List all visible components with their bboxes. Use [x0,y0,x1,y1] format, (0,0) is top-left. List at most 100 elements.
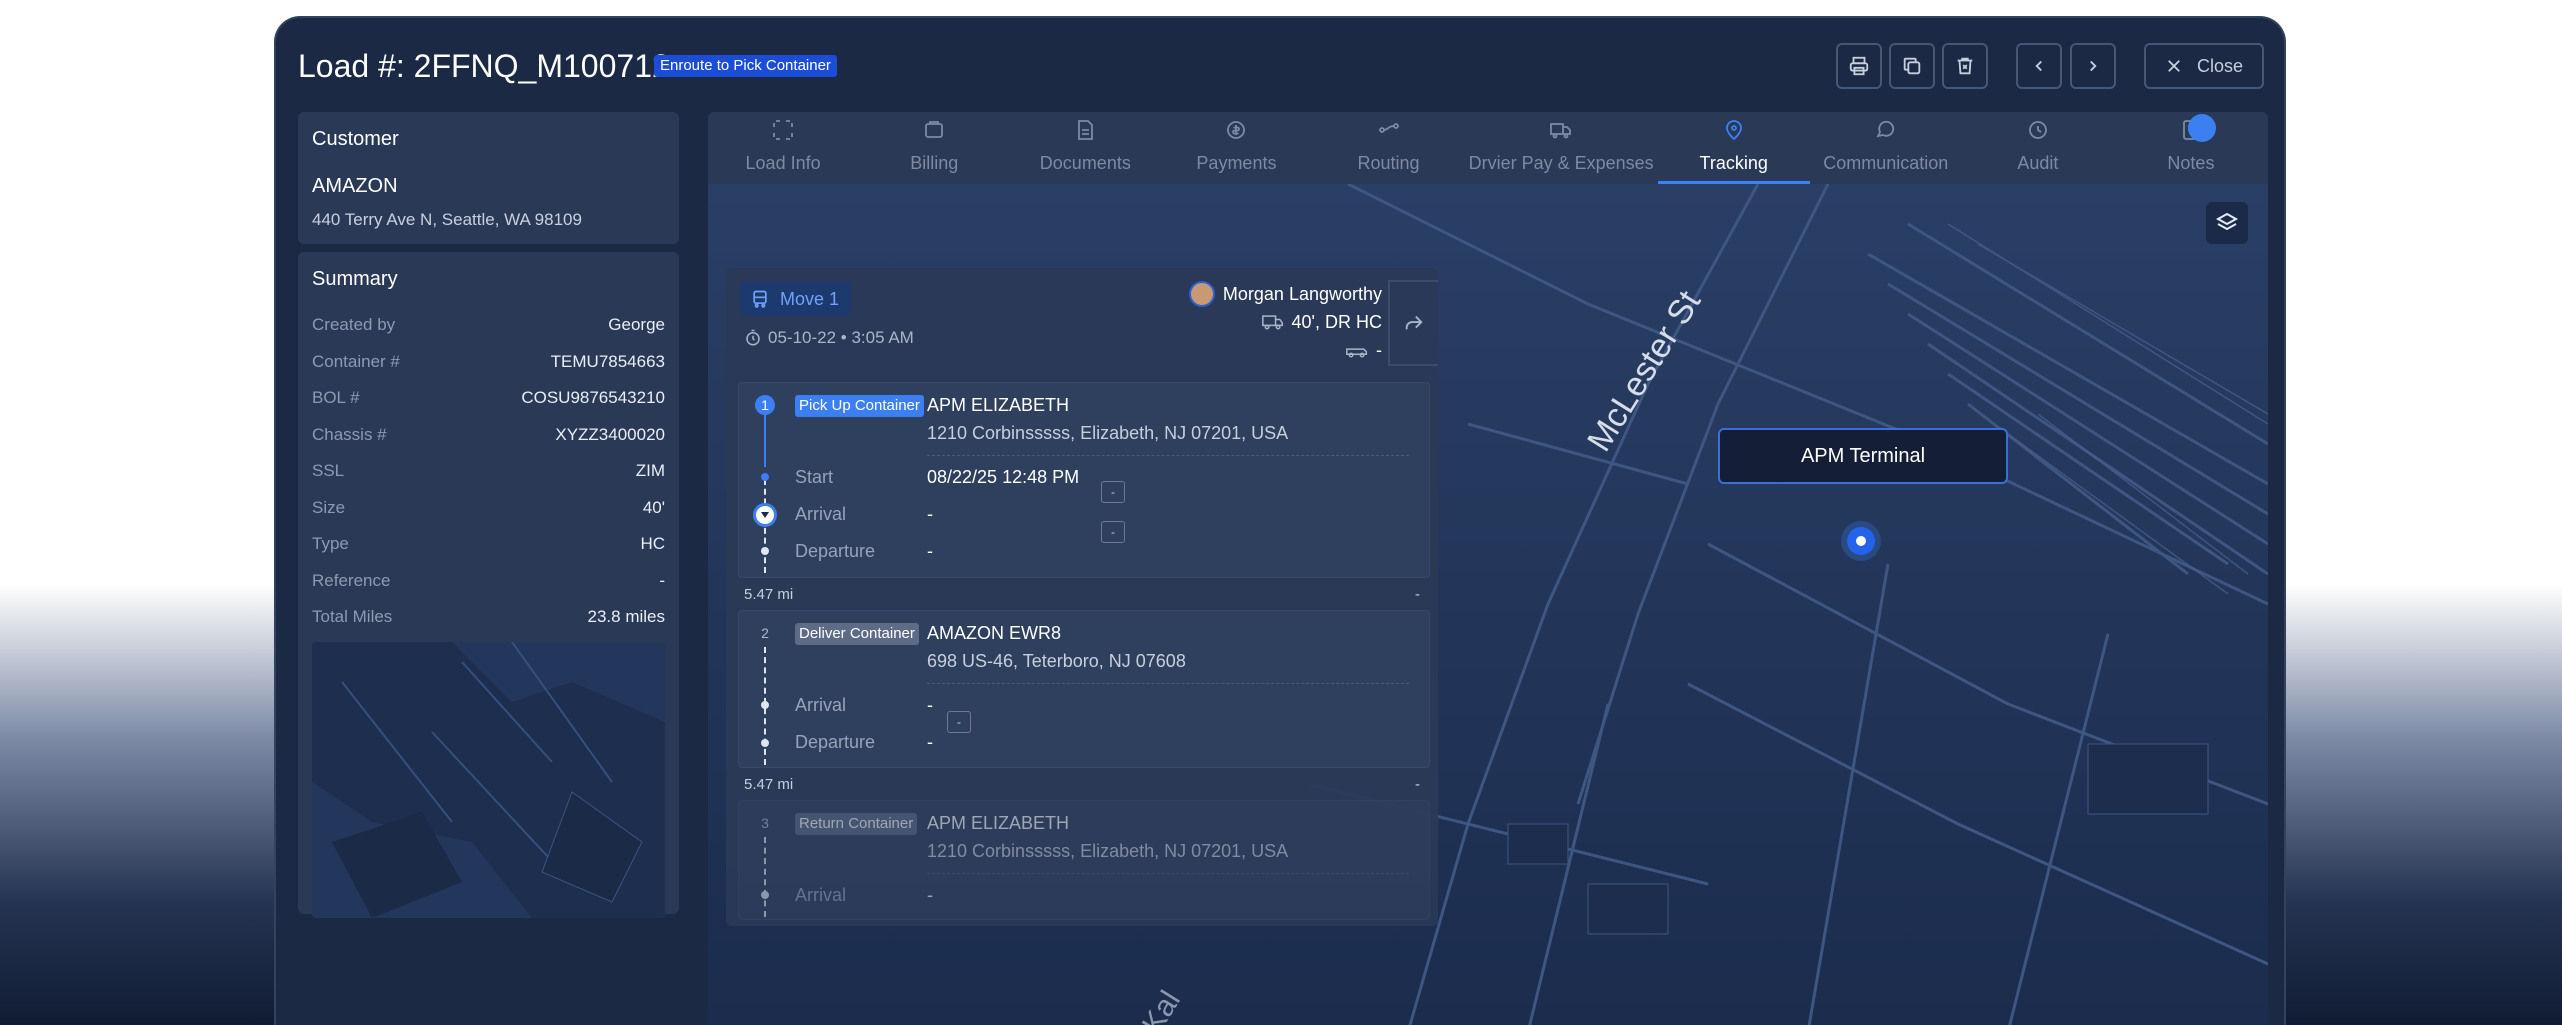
tab-label: Routing [1357,153,1420,173]
driver-pay-icon [1548,118,1574,153]
edit-departure-button[interactable]: - [1101,521,1125,543]
tab-label: Payments [1196,153,1277,173]
stop-name: APM ELIZABETH [927,395,1070,415]
arrival-marker-icon [753,503,777,527]
communication-icon [1873,118,1899,153]
tab-documents[interactable]: Documents [1010,112,1160,184]
driver-name[interactable]: Morgan Langworthy [1223,284,1382,305]
customer-address: 440 Terry Ave N, Seattle, WA 98109 [312,210,582,229]
tab-label: Audit [2017,153,2059,173]
summary-value: HC [640,534,665,554]
summary-label: Type [312,534,349,554]
next-load-button[interactable] [2070,43,2116,89]
summary-card: Summary Created by George Container # TEMU7… [298,252,679,918]
previous-load-button[interactable] [2016,43,2062,89]
notification-dot [2187,114,2216,142]
summary-label: Container # [312,351,400,371]
summary-heading: Summary [312,268,398,290]
leg-miles: 5.47 mi [744,776,794,793]
chassis-icon [1346,348,1368,358]
stop-number: 3 [761,815,769,831]
edit-event-button[interactable]: - [947,711,971,733]
move-datetime-text: 05-10-22 • 3:05 AM [768,328,914,347]
map-layers-button[interactable] [2206,202,2248,244]
tab-communication[interactable]: Communication [1810,112,1962,184]
summary-row: Size 40' [312,490,665,527]
tab-notes[interactable]: Notes [2114,112,2268,184]
copy-icon [1903,57,1921,75]
stop-type-tag: Pick Up Container [795,395,924,417]
tab-label: Billing [910,153,959,173]
summary-label: Size [312,497,346,517]
tab-tracking[interactable]: Tracking [1657,112,1810,184]
mini-map[interactable] [312,641,665,918]
driver-avatar [1188,281,1215,307]
summary-value: 23.8 miles [587,607,665,627]
stop-name: AMAZON EWR8 [927,623,1062,643]
container-truck-icon [1261,315,1283,330]
header: Load #: 2FFNQ_M100712 Enroute to Pick Co… [276,18,2284,114]
duplicate-button[interactable] [1889,43,1935,89]
share-icon [1405,315,1423,330]
leg-miles: 5.47 mi [744,586,794,603]
stop-card-3[interactable]: 3 Return Container APM ELIZABETH 1210 Co… [738,800,1430,920]
stop-address: 1210 Corbinsssss, Elizabeth, NJ 07201, U… [927,841,1289,861]
summary-row: BOL # COSU9876543210 [312,380,665,417]
route-panel: Move 1 05-10-22 • 3:05 AM Morgan Langwor… [726,268,1438,926]
tab-routing[interactable]: Routing [1313,112,1465,184]
event-label: Arrival [795,504,847,524]
close-label: Close [2196,55,2244,76]
tab-label: Documents [1039,153,1131,173]
stop-address: 1210 Corbinsssss, Elizabeth, NJ 07201, U… [927,423,1289,443]
tab-load-info[interactable]: Load Info [708,112,858,184]
delete-button[interactable] [1942,43,1988,89]
status-badge: Enroute to Pick Container [654,55,837,77]
payments-icon [1223,118,1249,153]
tab-payments[interactable]: Payments [1160,112,1312,184]
load-title: Load #: 2FFNQ_M100712 [298,48,670,84]
tracking-map[interactable]: McLester St Kal APM Terminal Move 1 05-1… [708,184,2268,1025]
stop-number: 2 [761,625,769,641]
documents-icon [1072,118,1098,153]
summary-value: TEMU7854663 [550,351,665,371]
edit-arrival-button[interactable]: - [1101,481,1125,503]
audit-icon [2025,118,2051,153]
share-button[interactable] [1388,280,1438,366]
stop-name: APM ELIZABETH [927,813,1070,833]
customer-name: AMAZON [312,175,398,197]
tab-audit[interactable]: Audit [1962,112,2114,184]
tab-drvier-pay-expenses[interactable]: Drvier Pay & Expenses [1465,112,1658,184]
summary-row: Chassis # XYZZ3400020 [312,417,665,454]
equipment-text: 40', DR HC [1291,311,1382,332]
summary-row: Total Miles 23.8 miles [312,599,665,636]
truck-icon [753,290,767,308]
move-badge[interactable]: Move 1 [740,282,852,316]
event-value: - [927,885,933,905]
print-button[interactable] [1836,43,1882,89]
customer-card: Customer AMAZON 440 Terry Ave N, Seattle… [298,112,679,244]
summary-value: - [659,570,665,590]
timer-icon [746,329,760,346]
terminal-map-label[interactable]: APM Terminal [1718,428,2008,484]
stop-card-2[interactable]: 2 Deliver Container AMAZON EWR8 698 US-4… [738,610,1430,768]
summary-label: Chassis # [312,424,387,444]
close-button[interactable]: Close [2144,43,2264,89]
trash-icon [1957,57,1973,75]
summary-value: George [608,315,665,335]
tab-bar: Load Info Billing Documents Payments Routing… [708,112,2268,184]
stop-address: 698 US-46, Teterboro, NJ 07608 [927,651,1186,671]
main-panel: Load Info Billing Documents Payments Routing… [708,112,2268,1025]
driver-info: Morgan Langworthy 40', DR HC - [1188,280,1382,364]
stop-type-tag: Return Container [795,813,918,835]
event-label: Arrival [795,695,847,715]
event-value: - [927,732,933,752]
event-label: Departure [795,541,876,561]
tab-billing[interactable]: Billing [858,112,1010,184]
stop-card-1[interactable]: 1 Pick Up Container APM ELIZABETH 1210 C… [738,382,1430,578]
routing-icon [1376,118,1402,153]
location-pin[interactable] [1841,521,1881,561]
summary-row: Type HC [312,526,665,563]
move-datetime: 05-10-22 • 3:05 AM [744,328,914,348]
summary-label: Total Miles [312,607,393,627]
summary-value: COSU9876543210 [521,388,665,408]
